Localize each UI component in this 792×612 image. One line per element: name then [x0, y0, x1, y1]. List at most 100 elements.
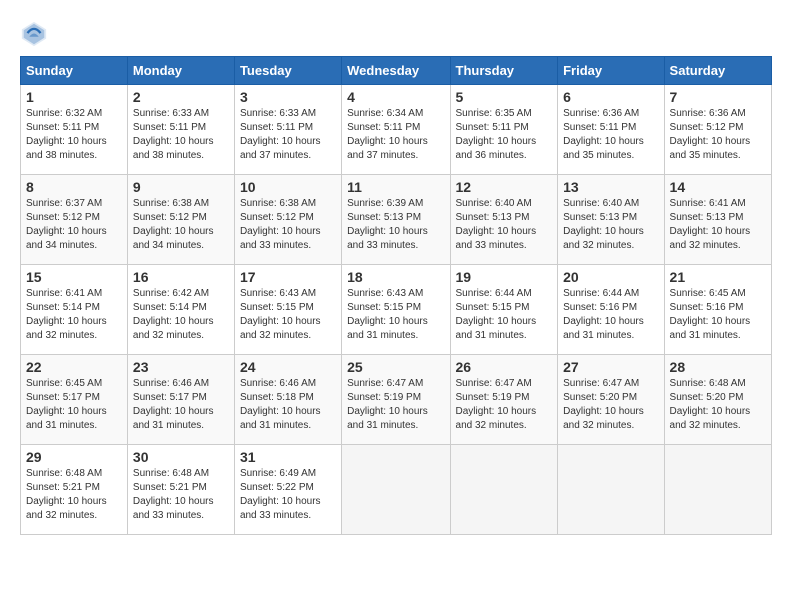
- day-info: Sunrise: 6:48 AMSunset: 5:21 PMDaylight:…: [133, 467, 229, 523]
- calendar-header-saturday: Saturday: [664, 57, 771, 85]
- calendar-cell: [450, 445, 558, 535]
- calendar-cell: 8 Sunrise: 6:37 AMSunset: 5:12 PMDaylight…: [21, 175, 128, 265]
- calendar-cell: 31 Sunrise: 6:49 AMSunset: 5:22 PMDayligh…: [234, 445, 341, 535]
- day-number: 7: [670, 89, 766, 105]
- calendar-cell: 6Sunrise: 6:36 AMSunset: 5:11 PMDaylight…: [558, 85, 664, 175]
- calendar-cell: 29 Sunrise: 6:48 AMSunset: 5:21 PMDayligh…: [21, 445, 128, 535]
- calendar-cell: 30 Sunrise: 6:48 AMSunset: 5:21 PMDayligh…: [127, 445, 234, 535]
- calendar-cell: [342, 445, 450, 535]
- calendar-table: SundayMondayTuesdayWednesdayThursdayFrid…: [20, 56, 772, 535]
- day-info: Sunrise: 6:41 AMSunset: 5:14 PMDaylight:…: [26, 287, 122, 343]
- day-number: 20: [563, 269, 658, 285]
- day-info: Sunrise: 6:36 AMSunset: 5:12 PMDaylight:…: [670, 107, 766, 163]
- calendar-cell: 15 Sunrise: 6:41 AMSunset: 5:14 PMDayligh…: [21, 265, 128, 355]
- header: [20, 20, 772, 48]
- day-number: 24: [240, 359, 336, 375]
- day-info: Sunrise: 6:42 AMSunset: 5:14 PMDaylight:…: [133, 287, 229, 343]
- day-info: Sunrise: 6:43 AMSunset: 5:15 PMDaylight:…: [240, 287, 336, 343]
- day-info: Sunrise: 6:43 AMSunset: 5:15 PMDaylight:…: [347, 287, 444, 343]
- day-number: 9: [133, 179, 229, 195]
- calendar-week-row: 8 Sunrise: 6:37 AMSunset: 5:12 PMDaylight…: [21, 175, 772, 265]
- calendar-cell: 16 Sunrise: 6:42 AMSunset: 5:14 PMDayligh…: [127, 265, 234, 355]
- day-info: Sunrise: 6:49 AMSunset: 5:22 PMDaylight:…: [240, 467, 336, 523]
- calendar-cell: 23Sunrise: 6:46 AMSunset: 5:17 PMDayligh…: [127, 355, 234, 445]
- day-info: Sunrise: 6:37 AMSunset: 5:12 PMDaylight:…: [26, 197, 122, 253]
- day-number: 21: [670, 269, 766, 285]
- day-info: Sunrise: 6:38 AMSunset: 5:12 PMDaylight:…: [133, 197, 229, 253]
- day-info: Sunrise: 6:33 AMSunset: 5:11 PMDaylight:…: [133, 107, 229, 163]
- calendar-cell: 4Sunrise: 6:34 AMSunset: 5:11 PMDaylight…: [342, 85, 450, 175]
- day-info: Sunrise: 6:47 AMSunset: 5:20 PMDaylight:…: [563, 377, 658, 433]
- calendar-week-row: 15 Sunrise: 6:41 AMSunset: 5:14 PMDayligh…: [21, 265, 772, 355]
- calendar-cell: 18 Sunrise: 6:43 AMSunset: 5:15 PMDayligh…: [342, 265, 450, 355]
- day-number: 1: [26, 89, 122, 105]
- calendar-week-row: 22Sunrise: 6:45 AMSunset: 5:17 PMDayligh…: [21, 355, 772, 445]
- day-info: Sunrise: 6:45 AMSunset: 5:16 PMDaylight:…: [670, 287, 766, 343]
- calendar-cell: 17 Sunrise: 6:43 AMSunset: 5:15 PMDayligh…: [234, 265, 341, 355]
- day-number: 11: [347, 179, 444, 195]
- calendar-cell: 11 Sunrise: 6:39 AMSunset: 5:13 PMDayligh…: [342, 175, 450, 265]
- calendar-header-wednesday: Wednesday: [342, 57, 450, 85]
- calendar-cell: 1 Sunrise: 6:32 AMSunset: 5:11 PMDaylight…: [21, 85, 128, 175]
- day-number: 27: [563, 359, 658, 375]
- day-info: Sunrise: 6:48 AMSunset: 5:21 PMDaylight:…: [26, 467, 122, 523]
- day-number: 12: [456, 179, 553, 195]
- day-number: 17: [240, 269, 336, 285]
- day-number: 6: [563, 89, 658, 105]
- day-info: Sunrise: 6:44 AMSunset: 5:15 PMDaylight:…: [456, 287, 553, 343]
- calendar-cell: 27 Sunrise: 6:47 AMSunset: 5:20 PMDayligh…: [558, 355, 664, 445]
- day-info: Sunrise: 6:46 AMSunset: 5:18 PMDaylight:…: [240, 377, 336, 433]
- calendar-cell: 9 Sunrise: 6:38 AMSunset: 5:12 PMDaylight…: [127, 175, 234, 265]
- calendar-header-monday: Monday: [127, 57, 234, 85]
- day-info: Sunrise: 6:40 AMSunset: 5:13 PMDaylight:…: [563, 197, 658, 253]
- day-info: Sunrise: 6:35 AMSunset: 5:11 PMDaylight:…: [456, 107, 553, 163]
- day-number: 2: [133, 89, 229, 105]
- day-number: 5: [456, 89, 553, 105]
- day-info: Sunrise: 6:44 AMSunset: 5:16 PMDaylight:…: [563, 287, 658, 343]
- calendar-cell: [664, 445, 771, 535]
- day-info: Sunrise: 6:47 AMSunset: 5:19 PMDaylight:…: [456, 377, 553, 433]
- day-info: Sunrise: 6:41 AMSunset: 5:13 PMDaylight:…: [670, 197, 766, 253]
- day-number: 16: [133, 269, 229, 285]
- calendar-week-row: 29 Sunrise: 6:48 AMSunset: 5:21 PMDayligh…: [21, 445, 772, 535]
- day-number: 31: [240, 449, 336, 465]
- day-number: 13: [563, 179, 658, 195]
- day-number: 25: [347, 359, 444, 375]
- calendar-cell: 5 Sunrise: 6:35 AMSunset: 5:11 PMDaylight…: [450, 85, 558, 175]
- calendar-cell: 24 Sunrise: 6:46 AMSunset: 5:18 PMDayligh…: [234, 355, 341, 445]
- calendar-header-friday: Friday: [558, 57, 664, 85]
- day-info: Sunrise: 6:40 AMSunset: 5:13 PMDaylight:…: [456, 197, 553, 253]
- day-info: Sunrise: 6:33 AMSunset: 5:11 PMDaylight:…: [240, 107, 336, 163]
- logo-icon: [20, 20, 48, 48]
- calendar-cell: 13 Sunrise: 6:40 AMSunset: 5:13 PMDayligh…: [558, 175, 664, 265]
- calendar-cell: 3 Sunrise: 6:33 AMSunset: 5:11 PMDaylight…: [234, 85, 341, 175]
- day-info: Sunrise: 6:38 AMSunset: 5:12 PMDaylight:…: [240, 197, 336, 253]
- calendar-cell: 26Sunrise: 6:47 AMSunset: 5:19 PMDayligh…: [450, 355, 558, 445]
- day-number: 18: [347, 269, 444, 285]
- day-number: 29: [26, 449, 122, 465]
- calendar-header-tuesday: Tuesday: [234, 57, 341, 85]
- day-info: Sunrise: 6:32 AMSunset: 5:11 PMDaylight:…: [26, 107, 122, 163]
- calendar-cell: 25 Sunrise: 6:47 AMSunset: 5:19 PMDayligh…: [342, 355, 450, 445]
- day-number: 30: [133, 449, 229, 465]
- calendar-header-row: SundayMondayTuesdayWednesdayThursdayFrid…: [21, 57, 772, 85]
- day-number: 10: [240, 179, 336, 195]
- day-number: 15: [26, 269, 122, 285]
- calendar-header-thursday: Thursday: [450, 57, 558, 85]
- day-number: 28: [670, 359, 766, 375]
- calendar-cell: 20 Sunrise: 6:44 AMSunset: 5:16 PMDayligh…: [558, 265, 664, 355]
- day-info: Sunrise: 6:48 AMSunset: 5:20 PMDaylight:…: [670, 377, 766, 433]
- day-number: 4: [347, 89, 444, 105]
- day-number: 14: [670, 179, 766, 195]
- day-info: Sunrise: 6:45 AMSunset: 5:17 PMDaylight:…: [26, 377, 122, 433]
- calendar-cell: 22Sunrise: 6:45 AMSunset: 5:17 PMDayligh…: [21, 355, 128, 445]
- day-info: Sunrise: 6:39 AMSunset: 5:13 PMDaylight:…: [347, 197, 444, 253]
- day-info: Sunrise: 6:47 AMSunset: 5:19 PMDaylight:…: [347, 377, 444, 433]
- calendar-header-sunday: Sunday: [21, 57, 128, 85]
- day-number: 8: [26, 179, 122, 195]
- logo: [20, 20, 52, 48]
- calendar-cell: 14 Sunrise: 6:41 AMSunset: 5:13 PMDayligh…: [664, 175, 771, 265]
- day-info: Sunrise: 6:46 AMSunset: 5:17 PMDaylight:…: [133, 377, 229, 433]
- day-number: 3: [240, 89, 336, 105]
- calendar-cell: 2 Sunrise: 6:33 AMSunset: 5:11 PMDaylight…: [127, 85, 234, 175]
